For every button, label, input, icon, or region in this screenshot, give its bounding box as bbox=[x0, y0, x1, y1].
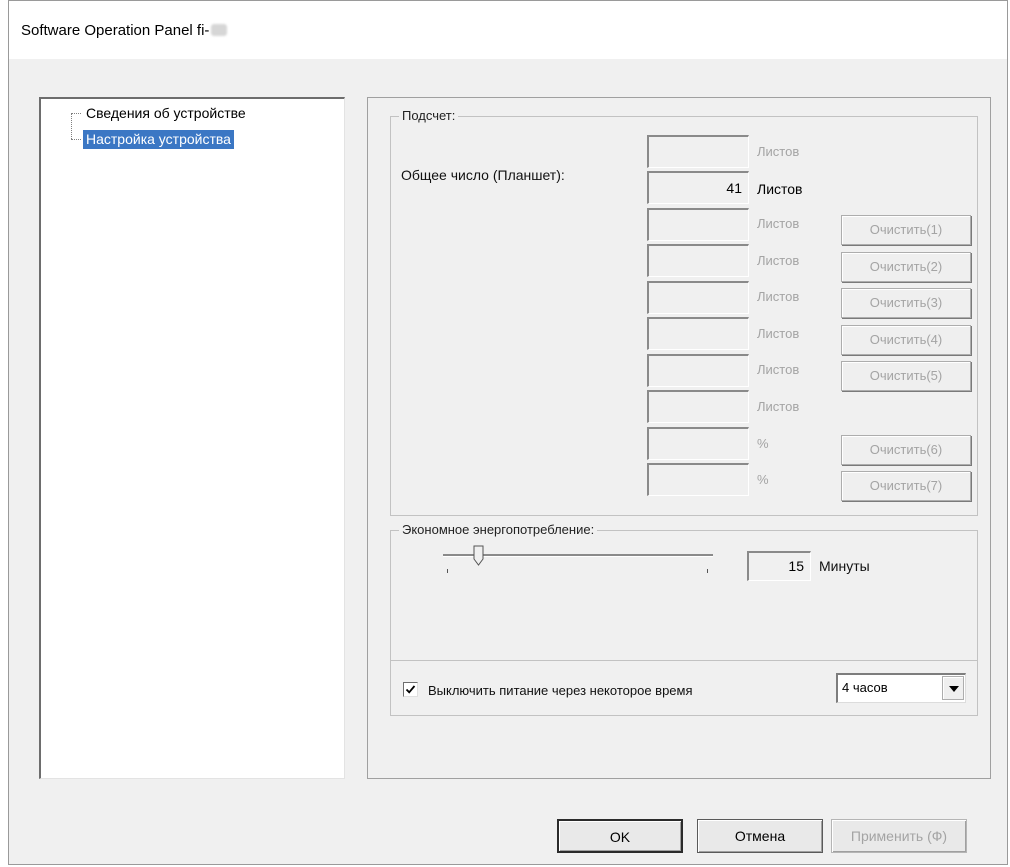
count-unit-7: Листов bbox=[757, 362, 800, 377]
count-group: Подсчет: Общее число (Планшет): Листов 4… bbox=[390, 108, 978, 516]
auto-off-time-value: 4 часов bbox=[842, 680, 888, 695]
slider-tick bbox=[707, 569, 708, 573]
slider-thumb[interactable] bbox=[473, 545, 485, 567]
count-unit-3: Листов bbox=[757, 216, 800, 231]
tree-connector bbox=[71, 139, 81, 140]
percent-unit-1: % bbox=[757, 436, 769, 451]
power-slider[interactable] bbox=[443, 545, 715, 575]
count-field-4 bbox=[647, 244, 749, 277]
count-field-7 bbox=[647, 354, 749, 387]
settings-tree[interactable]: Сведения об устройстве Настройка устройс… bbox=[39, 97, 345, 779]
auto-off-time-select[interactable]: 4 часов bbox=[836, 673, 966, 703]
clear-7-button[interactable]: Очистить(7) bbox=[841, 471, 971, 501]
settings-panel: Подсчет: Общее число (Планшет): Листов 4… bbox=[367, 97, 991, 779]
auto-off-section: Выключить питание через некоторое время … bbox=[390, 660, 978, 716]
percent-field-2 bbox=[647, 463, 749, 496]
cancel-button[interactable]: Отмена bbox=[697, 819, 823, 853]
check-icon bbox=[405, 685, 416, 694]
count-group-title: Подсчет: bbox=[399, 108, 459, 124]
count-field-3 bbox=[647, 208, 749, 241]
percent-field-1 bbox=[647, 427, 749, 460]
tree-item-device-info[interactable]: Сведения об устройстве bbox=[83, 104, 249, 123]
count-unit-8: Листов bbox=[757, 399, 800, 414]
slider-tick bbox=[447, 569, 448, 573]
count-field-1 bbox=[647, 135, 749, 168]
clear-3-button[interactable]: Очистить(3) bbox=[841, 288, 971, 318]
total-count-unit: Листов bbox=[757, 181, 803, 197]
total-count-label: Общее число (Планшет): bbox=[401, 167, 565, 183]
percent-unit-2: % bbox=[757, 472, 769, 487]
auto-off-checkbox[interactable] bbox=[403, 682, 418, 697]
apply-button[interactable]: Применить (Ф) bbox=[831, 819, 967, 853]
power-minutes-unit: Минуты bbox=[819, 558, 870, 574]
title-bar: Software Operation Panel fi- bbox=[9, 1, 1007, 59]
clear-6-button[interactable]: Очистить(6) bbox=[841, 435, 971, 465]
auto-off-label: Выключить питание через некоторое время bbox=[428, 683, 693, 698]
count-unit-6: Листов bbox=[757, 326, 800, 341]
clear-1-button[interactable]: Очистить(1) bbox=[841, 215, 971, 245]
tree-connector bbox=[71, 113, 81, 114]
total-count-field: 41 bbox=[647, 171, 749, 204]
dialog-window: Software Operation Panel fi- Сведения об… bbox=[8, 0, 1008, 865]
clear-2-button[interactable]: Очистить(2) bbox=[841, 252, 971, 282]
model-number-blurred bbox=[211, 24, 228, 36]
count-unit-4: Листов bbox=[757, 253, 800, 268]
count-field-6 bbox=[647, 317, 749, 350]
power-group-title: Экономное энергопотребление: bbox=[399, 522, 598, 538]
ok-button[interactable]: OK bbox=[557, 819, 683, 853]
tree-connector bbox=[71, 113, 72, 139]
chevron-down-icon[interactable] bbox=[942, 676, 964, 700]
count-field-5 bbox=[647, 281, 749, 314]
tree-item-device-settings[interactable]: Настройка устройства bbox=[83, 130, 234, 149]
count-field-8 bbox=[647, 390, 749, 423]
clear-4-button[interactable]: Очистить(4) bbox=[841, 325, 971, 355]
power-minutes-field: 15 bbox=[747, 551, 811, 581]
count-unit-1: Листов bbox=[757, 144, 800, 159]
clear-5-button[interactable]: Очистить(5) bbox=[841, 361, 971, 391]
count-unit-5: Листов bbox=[757, 289, 800, 304]
window-title: Software Operation Panel fi- bbox=[21, 21, 210, 39]
